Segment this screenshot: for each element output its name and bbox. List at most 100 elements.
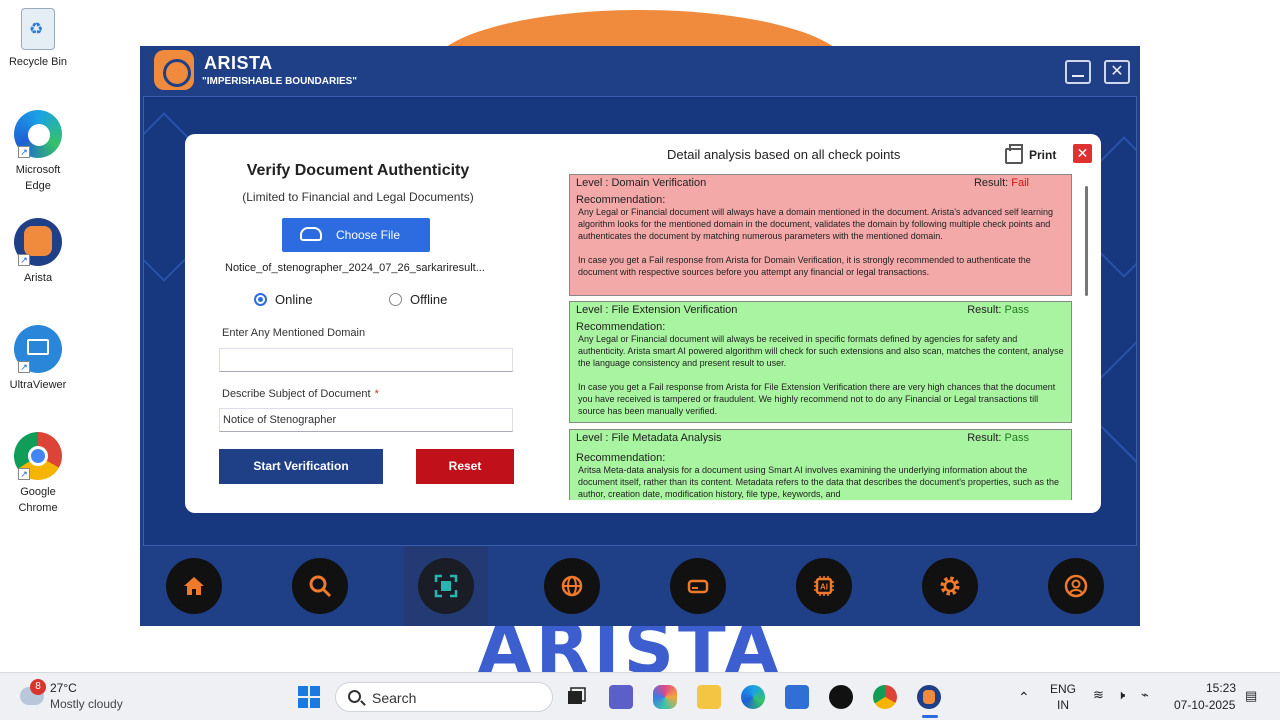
weather-badge: 8	[30, 679, 46, 695]
minimize-button[interactable]	[1065, 60, 1091, 84]
bottom-dock: AI	[140, 546, 1140, 626]
result-card-domain: Level : Domain Verification Result: Fail…	[569, 174, 1072, 296]
desktop-icon-arista[interactable]: ↗ Arista	[4, 218, 72, 286]
desktop-icon-recycle-bin[interactable]: ♻ Recycle Bin	[4, 8, 72, 70]
radio-online-indicator[interactable]	[254, 293, 267, 306]
dock-network-button[interactable]	[544, 558, 600, 614]
dock-scan-button[interactable]	[418, 558, 474, 614]
form-title: Verify Document Authenticity	[246, 162, 470, 179]
result-status: Fail	[1011, 177, 1029, 189]
drive-icon	[687, 579, 709, 594]
result-status: Pass	[1004, 304, 1029, 316]
svg-text:AI: AI	[820, 583, 828, 592]
cloud-upload-icon	[300, 227, 322, 241]
task-view-button[interactable]	[564, 685, 588, 709]
scan-icon	[434, 574, 458, 598]
chrome-icon: ↗	[14, 432, 62, 480]
recommendation-note: In case you get a Fail response from Ari…	[578, 255, 1031, 277]
scrollbar-thumb[interactable]	[1085, 186, 1088, 296]
home-icon	[184, 577, 204, 595]
dock-drive-button[interactable]	[670, 558, 726, 614]
desktop-icon-ultraviewer[interactable]: ↗ UltraViewer	[4, 325, 72, 393]
edge-icon: ↗	[14, 110, 62, 158]
dock-profile-button[interactable]	[1048, 558, 1104, 614]
domain-label: Enter Any Mentioned Domain	[222, 327, 366, 339]
windows-icon	[298, 686, 320, 708]
chrome-icon[interactable]	[873, 685, 897, 709]
dock-ai-button[interactable]: AI	[796, 558, 852, 614]
file-explorer-icon[interactable]	[697, 685, 721, 709]
dock-settings-button[interactable]	[922, 558, 978, 614]
ultraviewer-icon: ↗	[14, 325, 62, 373]
main-content: Verify Document Authenticity (Limited to…	[143, 96, 1137, 546]
subject-input[interactable]	[219, 408, 513, 432]
printer-icon[interactable]	[1005, 144, 1023, 164]
dell-icon[interactable]	[829, 685, 853, 709]
subject-label: Describe Subject of Document *	[222, 388, 379, 400]
form-subtitle: (Limited to Financial and Legal Document…	[242, 190, 474, 204]
app-name: ARISTA	[204, 53, 273, 73]
radio-offline[interactable]: Offline	[389, 292, 447, 307]
desktop-icon-edge[interactable]: ↗ Microsoft Edge	[4, 110, 72, 194]
recommendation-label: Recommendation:	[576, 321, 666, 333]
dock-home-button[interactable]	[166, 558, 222, 614]
ai-chip-icon: AI	[814, 576, 834, 596]
radio-offline-indicator[interactable]	[389, 293, 402, 306]
reset-button[interactable]: Reset	[416, 449, 514, 484]
result-level: Level : Domain Verification	[576, 177, 707, 189]
analysis-title: Detail analysis based on all check point…	[667, 147, 901, 162]
gear-icon	[940, 576, 960, 596]
start-verification-button[interactable]: Start Verification	[219, 449, 383, 484]
recommendation-label: Recommendation:	[576, 452, 666, 464]
results-scrollbar[interactable]	[1083, 174, 1091, 496]
weather-temperature[interactable]: 27°C	[50, 681, 77, 695]
battery-icon[interactable]: ⌁	[1141, 687, 1149, 703]
microsoft-store-icon[interactable]	[785, 685, 809, 709]
window-close-button[interactable]: ✕	[1104, 60, 1130, 84]
wifi-icon[interactable]: ≋	[1093, 687, 1104, 703]
desktop-icon-chrome[interactable]: ↗ Google Chrome	[4, 432, 72, 516]
recycle-bin-icon: ♻	[21, 8, 55, 50]
user-icon	[1064, 574, 1088, 598]
language-line2[interactable]: IN	[1057, 698, 1069, 712]
chevron-up-icon[interactable]: ⌃	[1018, 689, 1030, 706]
volume-muted-icon[interactable]: 🕨	[1117, 687, 1125, 703]
title-bar: ARISTA "IMPERISHABLE BOUNDARIES" ✕	[140, 46, 1140, 96]
arista-taskbar-icon[interactable]	[917, 685, 941, 709]
selected-file-name: Notice_of_stenographer_2024_07_26_sarkar…	[225, 262, 485, 274]
copilot-icon[interactable]	[653, 685, 677, 709]
language-line1[interactable]: ENG	[1050, 682, 1076, 696]
recommendation-text: Any Legal or Financial document will alw…	[578, 207, 1053, 241]
clock-date[interactable]: 07-10-2025	[1174, 698, 1235, 712]
print-button[interactable]: Print	[1029, 148, 1056, 162]
recommendation-label: Recommendation:	[576, 194, 666, 206]
recommendation-note: In case you get a Fail response from Ari…	[578, 382, 1056, 416]
teams-icon[interactable]	[609, 685, 633, 709]
start-button[interactable]	[297, 685, 321, 709]
weather-condition[interactable]: Mostly cloudy	[50, 697, 123, 711]
notification-icon[interactable]: ▤	[1245, 688, 1257, 704]
active-app-indicator	[922, 715, 938, 718]
taskbar-search[interactable]: Search	[335, 682, 553, 712]
recommendation-text: Any Legal or Financial document will alw…	[578, 334, 1064, 368]
search-icon	[348, 690, 361, 703]
close-analysis-button[interactable]: ✕	[1073, 144, 1092, 163]
edge-icon[interactable]	[741, 685, 765, 709]
clock-time[interactable]: 15:23	[1206, 681, 1236, 695]
search-icon	[309, 575, 332, 598]
arista-window: ARISTA "IMPERISHABLE BOUNDARIES" ✕ Verif…	[140, 46, 1140, 626]
required-mark: *	[374, 388, 379, 400]
result-card-extension: Level : File Extension Verification Resu…	[569, 301, 1072, 423]
radio-online[interactable]: Online	[254, 292, 313, 307]
recommendation-text: Aritsa Meta-data analysis for a document…	[578, 465, 1059, 499]
verification-card: Verify Document Authenticity (Limited to…	[185, 134, 1101, 513]
choose-file-button[interactable]: Choose File	[282, 218, 430, 252]
task-view-icon	[568, 687, 586, 704]
dock-search-button[interactable]	[292, 558, 348, 614]
result-level: Level : File Extension Verification	[576, 304, 738, 316]
domain-input[interactable]	[219, 348, 513, 372]
taskbar: 8 27°C Mostly cloudy Search ⌃ ENG IN ≋ 🕨…	[0, 672, 1280, 720]
results-list[interactable]: Level : Domain Verification Result: Fail…	[569, 174, 1073, 500]
network-icon	[561, 575, 583, 597]
result-level: Level : File Metadata Analysis	[576, 432, 722, 444]
